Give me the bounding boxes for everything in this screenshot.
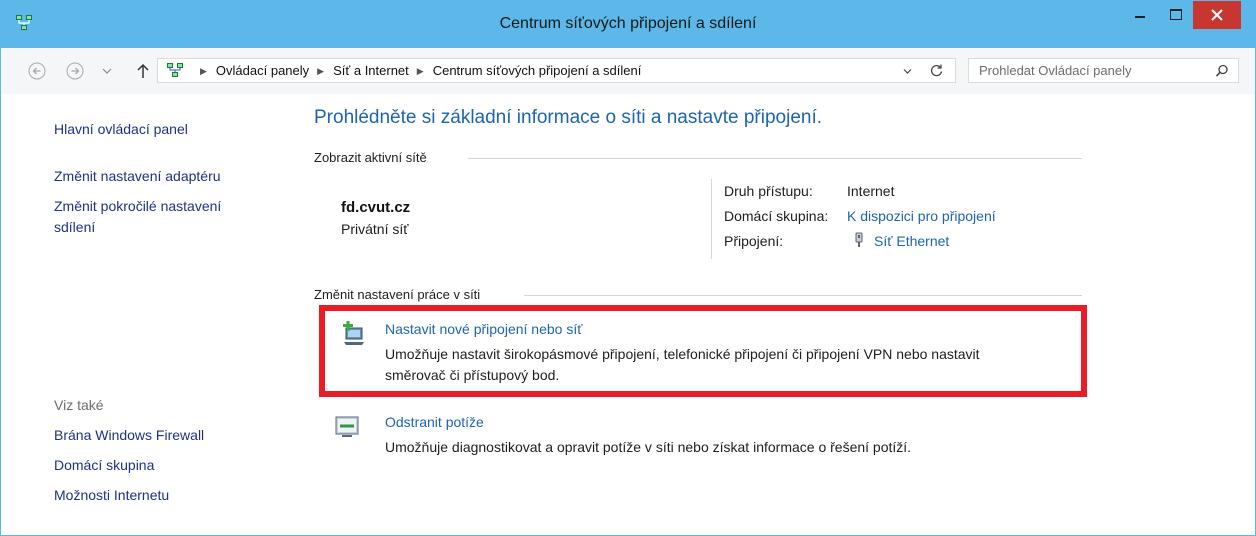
vertical-divider <box>711 179 712 259</box>
breadcrumb-control-panel[interactable]: Ovládací panely <box>216 63 309 78</box>
see-also-windows-firewall[interactable]: Brána Windows Firewall <box>54 425 204 446</box>
sidebar-link-change-adapter-settings[interactable]: Změnit nastavení adaptéru <box>54 166 221 187</box>
chevron-right-icon[interactable]: ▶ <box>317 66 324 76</box>
recent-locations-dropdown-icon[interactable] <box>102 66 112 76</box>
search-icon[interactable] <box>1215 64 1229 78</box>
minimize-button[interactable] <box>1123 1 1157 29</box>
close-icon <box>1211 9 1223 21</box>
sidebar-link-control-panel-home[interactable]: Hlavní ovládací panel <box>54 119 188 140</box>
breadcrumb-network-internet[interactable]: Síť a Internet <box>333 63 409 78</box>
navigation-bar: ▶ Ovládací panely ▶ Síť a Internet ▶ Centrum … <box>1 48 1255 94</box>
sidebar-link-line: Změnit pokročilé nastavení <box>54 198 222 214</box>
network-name: fd.cvut.cz <box>341 199 411 216</box>
page-title: Prohlédněte si základní informace o síti… <box>314 107 823 128</box>
see-also-homegroup[interactable]: Domácí skupina <box>54 455 154 476</box>
troubleshoot-description: Umožňuje diagnostikovat a opravit potíže… <box>385 439 912 455</box>
see-also-heading: Viz také <box>54 397 104 413</box>
content-area: Hlavní ovládací panel Změnit nastavení a… <box>1 94 1255 535</box>
section-divider <box>524 295 1082 296</box>
troubleshoot-link[interactable]: Odstranit potíže <box>385 414 484 430</box>
sidebar-link-advanced-sharing[interactable]: Změnit pokročilé nastavení sdílení <box>54 196 221 238</box>
breadcrumb-network-center[interactable]: Centrum síťových připojení a sdílení <box>433 63 642 78</box>
connections-label: Připojení: <box>724 233 784 249</box>
see-also-internet-options[interactable]: Možnosti Internetu <box>54 485 169 506</box>
active-networks-label: Zobrazit aktivní sítě <box>314 150 427 165</box>
sidebar-link-line: sdílení <box>54 219 96 235</box>
address-bar[interactable]: ▶ Ovládací panely ▶ Síť a Internet ▶ Centrum … <box>157 58 956 83</box>
control-panel-icon <box>167 63 183 77</box>
back-button[interactable] <box>28 62 46 80</box>
up-arrow-button[interactable] <box>135 62 151 80</box>
access-type-label: Druh přístupu: <box>724 183 813 199</box>
window-title: Centrum síťových připojení a sdílení <box>499 15 757 32</box>
chevron-right-icon[interactable]: ▶ <box>200 66 207 76</box>
breadcrumb: ▶ Ovládací panely ▶ Síť a Internet ▶ Centrum … <box>192 63 641 78</box>
window: Centrum síťových připojení a sdílení ▶ O… <box>0 0 1256 536</box>
troubleshoot-icon[interactable] <box>334 414 360 440</box>
ethernet-connection-link[interactable]: Síť Ethernet <box>874 233 949 249</box>
title-bar[interactable]: Centrum síťových připojení a sdílení <box>1 1 1255 48</box>
section-divider <box>468 158 1082 159</box>
search-placeholder: Prohledat Ovládací panely <box>979 63 1132 78</box>
change-settings-label: Změnit nastavení práce v síti <box>314 287 481 302</box>
chevron-right-icon[interactable]: ▶ <box>417 66 424 76</box>
refresh-icon[interactable] <box>929 63 944 78</box>
access-type-value: Internet <box>847 183 895 199</box>
highlight-annotation-box <box>319 305 1087 397</box>
ethernet-icon <box>855 232 863 247</box>
homegroup-link[interactable]: K dispozici pro připojení <box>847 208 996 224</box>
close-button[interactable] <box>1193 1 1241 29</box>
homegroup-label: Domácí skupina: <box>724 208 829 224</box>
search-input[interactable]: Prohledat Ovládací panely <box>968 58 1239 83</box>
network-type: Privátní síť <box>341 221 409 237</box>
address-dropdown-icon[interactable] <box>903 67 912 76</box>
maximize-button[interactable] <box>1159 1 1193 29</box>
forward-button[interactable] <box>66 62 84 80</box>
